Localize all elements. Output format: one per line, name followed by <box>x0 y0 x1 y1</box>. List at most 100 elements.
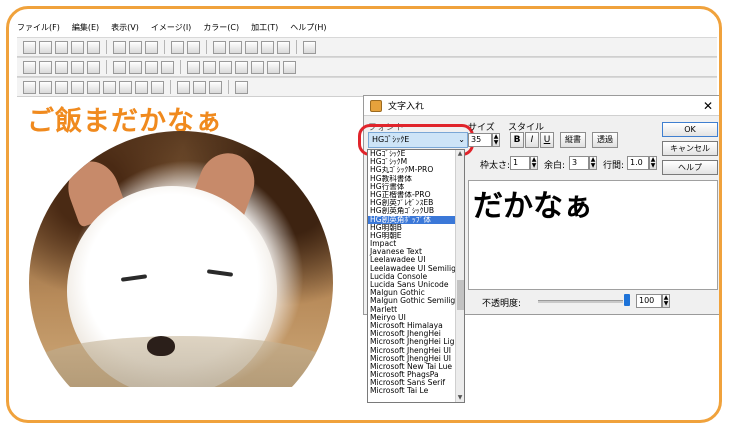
menu-process[interactable]: 加工(T) <box>251 22 278 33</box>
brightness-icon[interactable] <box>113 60 126 74</box>
margin-spinner-icon[interactable]: ▲ ▼ <box>589 156 597 170</box>
settings-icon[interactable] <box>303 40 316 54</box>
text-input-area[interactable]: だかなぁ <box>468 180 718 290</box>
sharpen-icon[interactable] <box>145 60 158 74</box>
font-list-item[interactable]: Lucida Sans Unicode <box>368 281 456 289</box>
opacity-slider-track[interactable] <box>538 300 623 303</box>
emboss-icon[interactable] <box>235 60 248 74</box>
font-list-item[interactable]: HG創英角ﾎﾟｯﾌﾟ体 <box>368 215 456 224</box>
font-list-item[interactable]: Lucida Console <box>368 273 456 281</box>
rect-select-icon[interactable] <box>23 80 36 94</box>
gradient-icon[interactable] <box>119 80 132 94</box>
font-list-item[interactable]: Microsoft Himalaya <box>368 322 456 330</box>
size-input[interactable]: 35 <box>468 133 492 147</box>
pattern-icon[interactable] <box>135 80 148 94</box>
font-list-item[interactable]: Malgun Gothic Semiligh <box>368 297 456 305</box>
image-canvas[interactable]: ご飯まだかなぁ <box>17 97 363 387</box>
font-list-item[interactable]: Impact <box>368 240 456 248</box>
paste-icon[interactable] <box>129 40 142 54</box>
shapes-icon[interactable] <box>151 80 164 94</box>
copy-icon[interactable] <box>113 40 126 54</box>
rotate-icon[interactable] <box>55 60 68 74</box>
crop-icon[interactable] <box>23 60 36 74</box>
font-list-item[interactable]: HG行書体 <box>368 183 456 191</box>
image-icon[interactable] <box>103 80 116 94</box>
fill-icon[interactable] <box>87 80 100 94</box>
undo-icon[interactable] <box>171 40 184 54</box>
font-list-item[interactable]: HG明朝B <box>368 224 456 232</box>
font-list-item[interactable]: Microsoft Sans Serif <box>368 379 456 387</box>
font-list-item[interactable]: HG明朝E <box>368 232 456 240</box>
lasso-icon[interactable] <box>55 80 68 94</box>
pipette-icon[interactable] <box>235 80 248 94</box>
close-icon[interactable]: ✕ <box>700 98 716 114</box>
opacity-spinner-icon[interactable]: ▲ ▼ <box>662 294 670 308</box>
frame-width-input[interactable]: 1 <box>510 156 530 170</box>
zoom-in-icon[interactable] <box>193 80 206 94</box>
font-list-item[interactable]: Malgun Gothic <box>368 289 456 297</box>
line-spacing-input[interactable]: 1.0 <box>627 156 649 170</box>
font-list-item[interactable]: Microsoft JhengHei Ligl <box>368 338 456 346</box>
magnify-icon[interactable] <box>177 80 190 94</box>
font-list-item[interactable]: Microsoft JhengHei <box>368 330 456 338</box>
contrast-icon[interactable] <box>129 60 142 74</box>
ellipse-select-icon[interactable] <box>39 80 52 94</box>
trim-icon[interactable] <box>87 60 100 74</box>
spiral-icon[interactable] <box>283 60 296 74</box>
zoom-out-icon[interactable] <box>209 80 222 94</box>
select-icon[interactable] <box>213 40 226 54</box>
grid-icon[interactable] <box>261 40 274 54</box>
frame-width-spinner-icon[interactable]: ▲ ▼ <box>530 156 538 170</box>
font-list-item[interactable]: Leelawadee UI <box>368 256 456 264</box>
scroll-up-icon[interactable]: ▲ <box>456 150 464 158</box>
redo-icon[interactable] <box>187 40 200 54</box>
underline-button[interactable]: U <box>540 132 554 148</box>
opacity-slider-thumb[interactable] <box>624 294 630 306</box>
italic-button[interactable]: I <box>525 132 539 148</box>
print-icon[interactable] <box>71 40 84 54</box>
font-list-item[interactable]: HG創英角ｺﾞｼｯｸUB <box>368 207 456 215</box>
menu-edit[interactable]: 編集(E) <box>72 22 99 33</box>
font-list-item[interactable]: HG丸ｺﾞｼｯｸM-PRO <box>368 166 456 174</box>
font-list-item[interactable]: HGｺﾞｼｯｸM <box>368 158 456 166</box>
font-list-item[interactable]: HGｺﾞｼｯｸE <box>368 150 456 158</box>
vertical-text-button[interactable]: 縦書 <box>560 132 586 148</box>
text-icon[interactable] <box>229 40 242 54</box>
font-list-item[interactable]: Javanese Text <box>368 248 456 256</box>
bold-button[interactable]: B <box>510 132 524 148</box>
font-list-item[interactable]: Microsoft Tai Le <box>368 387 456 395</box>
cancel-button[interactable]: キャンセル <box>662 141 718 156</box>
font-list-item[interactable]: Microsoft JhengHei UI <box>368 347 456 355</box>
print-preview-icon[interactable] <box>87 40 100 54</box>
scroll-down-icon[interactable]: ▼ <box>456 394 464 402</box>
font-list-item[interactable]: Microsoft PhagsPa <box>368 371 456 379</box>
mosaic-icon[interactable] <box>203 60 216 74</box>
shape-icon[interactable] <box>245 40 258 54</box>
font-list-item[interactable]: HG教科書体 <box>368 175 456 183</box>
help-button[interactable]: ヘルプ <box>662 160 718 175</box>
font-list-item[interactable]: Microsoft JhengHei UI <box>368 355 456 363</box>
flip-icon[interactable] <box>71 60 84 74</box>
wave-icon[interactable] <box>219 60 232 74</box>
font-list-scrollbar[interactable]: ▲ ▼ <box>455 150 464 402</box>
opacity-input[interactable]: 100 <box>636 294 662 308</box>
font-list-item[interactable]: Meiryo UI <box>368 314 456 322</box>
eyedropper-icon[interactable] <box>267 60 280 74</box>
ok-button[interactable]: OK <box>662 122 718 137</box>
menu-image[interactable]: イメージ(I) <box>151 22 191 33</box>
filter-icon[interactable] <box>187 60 200 74</box>
save-icon[interactable] <box>55 40 68 54</box>
menu-help[interactable]: ヘルプ(H) <box>290 22 326 33</box>
line-spacing-spinner-icon[interactable]: ▲ ▼ <box>649 156 657 170</box>
pen-icon[interactable] <box>251 60 264 74</box>
capture-icon[interactable] <box>145 40 158 54</box>
move-icon[interactable] <box>71 80 84 94</box>
menu-file[interactable]: ファイル(F) <box>17 22 60 33</box>
scroll-thumb[interactable] <box>457 280 464 310</box>
transparent-button[interactable]: 透過 <box>592 132 618 148</box>
margin-input[interactable]: 3 <box>569 156 589 170</box>
font-list-item[interactable]: HG正楷書体-PRO <box>368 191 456 199</box>
font-dropdown-list[interactable]: HGｺﾞｼｯｸE HGｺﾞｼｯｸM HG丸ｺﾞｼｯｸM-PRO HG教科書体 HG行書体… <box>367 149 465 403</box>
size-spinner-icon[interactable]: ▲ ▼ <box>492 133 500 147</box>
font-list-item[interactable]: Marlett <box>368 306 456 314</box>
